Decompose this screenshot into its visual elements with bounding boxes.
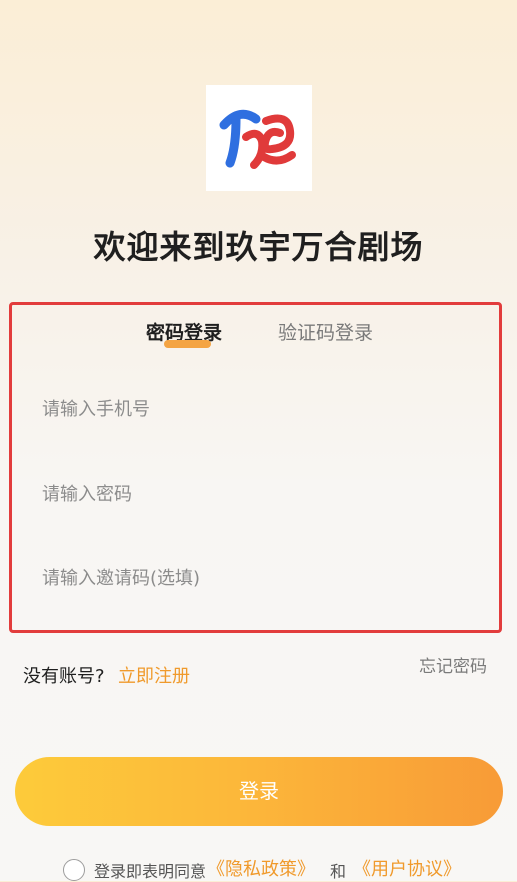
active-tab-indicator <box>164 340 211 348</box>
privacy-policy-link[interactable]: 《隐私政策》 <box>207 855 315 881</box>
logo-graphic <box>219 109 296 169</box>
page-title: 欢迎来到玖宇万合剧场 <box>93 228 424 266</box>
agreement-checkbox[interactable] <box>63 859 85 881</box>
app-logo <box>206 85 312 191</box>
password-input[interactable] <box>42 484 462 505</box>
invite-code-input[interactable] <box>42 568 462 589</box>
no-account-label: 没有账号? <box>23 666 105 687</box>
agreement-and: 和 <box>330 862 347 881</box>
forgot-password-link[interactable]: 忘记密码 <box>419 652 487 677</box>
register-link[interactable]: 立即注册 <box>118 662 190 688</box>
tab-code-login[interactable]: 验证码登录 <box>278 318 373 345</box>
phone-input[interactable] <box>42 399 462 420</box>
agreement-prefix: 登录即表明同意 <box>94 862 207 881</box>
login-button[interactable]: 登录 <box>15 757 503 826</box>
user-agreement-link[interactable]: 《用户协议》 <box>353 855 461 881</box>
